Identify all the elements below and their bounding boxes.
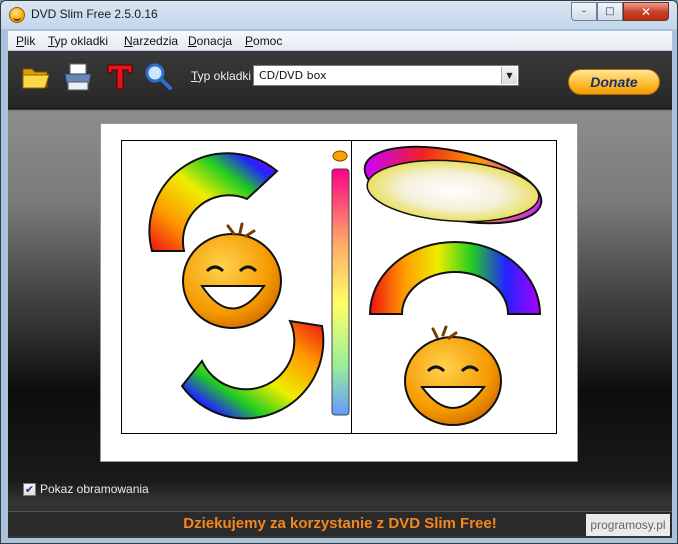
menu-plik[interactable]: Plik [16,34,35,48]
cover-back-panel [121,140,352,434]
thanks-message: Dziekujemy za korzystanie z DVD Slim Fre… [183,515,497,532]
menu-typ-okladki[interactable]: Typ okladki [48,34,108,48]
toolbar: Typ okladki CD/DVD box ▼ Donate [8,51,672,109]
cover-front-panel [351,140,557,434]
show-border-label[interactable]: Pokaz obramowania [40,482,149,496]
print-button[interactable] [62,61,94,93]
maximize-button[interactable]: □ [597,2,623,21]
cover-front-artwork [363,145,543,426]
insert-text-button[interactable] [104,61,136,93]
cover-type-value: CD/DVD box [259,69,327,82]
donate-button[interactable]: Donate [568,69,660,95]
magnifier-icon [145,63,172,90]
cover-preview[interactable] [100,123,578,462]
zoom-button[interactable] [142,61,174,93]
open-folder-button[interactable] [20,61,52,93]
menu-pomoc[interactable]: Pomoc [245,34,282,48]
cover-back-artwork [148,150,350,420]
app-window: DVD Slim Free 2.5.0.16 – □ ✕ Plik Typ ok… [0,0,678,544]
text-icon [107,64,133,90]
menu-bar: Plik Typ okladki Narzedzia Donacja Pomoc [8,31,672,51]
printer-icon [64,63,92,91]
main-panel: Typ okladki CD/DVD box ▼ Donate ✔ Pokaz … [8,51,672,538]
menu-narzedzia[interactable]: Narzedzia [124,34,178,48]
minimize-button[interactable]: – [571,2,597,21]
dropdown-arrow-icon[interactable]: ▼ [501,67,517,84]
show-border-checkbox[interactable]: ✔ [23,483,36,496]
folder-open-icon [22,68,50,89]
options-row: ✔ Pokaz obramowania [8,473,672,507]
cover-type-label: Typ okladki [191,69,252,83]
close-button[interactable]: ✕ [623,2,669,21]
footer-bar: Dziekujemy za korzystanie z DVD Slim Fre… [8,511,672,536]
menu-donacja[interactable]: Donacja [188,34,232,48]
cover-type-select[interactable]: CD/DVD box ▼ [253,65,519,86]
title-bar[interactable]: DVD Slim Free 2.5.0.16 – □ ✕ [1,1,677,29]
window-title: DVD Slim Free 2.5.0.16 [31,7,158,21]
app-smiley-icon [9,7,25,23]
watermark-badge: programosy.pl [586,514,670,536]
